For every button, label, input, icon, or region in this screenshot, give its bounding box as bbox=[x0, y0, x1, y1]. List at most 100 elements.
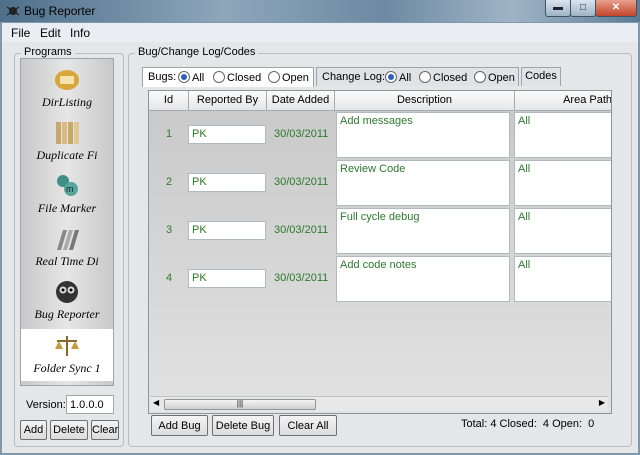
bugs-filter-all[interactable]: All bbox=[178, 71, 204, 84]
cell-description[interactable]: Add messages bbox=[336, 112, 510, 158]
programs-list: DirListing Duplicate Fi m File Marker Re… bbox=[20, 58, 114, 386]
radio-icon bbox=[213, 71, 225, 83]
program-item-file-marker[interactable]: m File Marker bbox=[21, 169, 113, 221]
program-item-duplicate[interactable]: Duplicate Fi bbox=[21, 116, 113, 168]
program-item-dirlisting[interactable]: DirListing bbox=[21, 63, 113, 115]
delete-bug-button[interactable]: Delete Bug bbox=[212, 415, 274, 436]
scroll-right-icon[interactable]: ▶ bbox=[599, 398, 605, 407]
add-bug-button[interactable]: Add Bug bbox=[151, 415, 208, 436]
cell-id: 2 bbox=[165, 176, 173, 188]
total-label: Total: bbox=[461, 418, 488, 430]
column-header-area-path[interactable]: Area Path bbox=[515, 91, 611, 111]
total-count: 4 bbox=[490, 418, 497, 430]
cell-reported-by[interactable]: PK bbox=[188, 269, 266, 288]
cell-reported-by[interactable]: PK bbox=[188, 125, 266, 144]
table-row[interactable]: 4 PK 30/03/2011 Add code notes All bbox=[149, 255, 611, 303]
program-label: DirListing bbox=[41, 95, 92, 109]
status-summary: Total: 4 Closed: 4 Open: 0 bbox=[461, 418, 594, 430]
closed-count: 4 bbox=[542, 418, 550, 430]
program-label: Real Time Di bbox=[35, 254, 99, 268]
radio-icon bbox=[385, 71, 397, 83]
open-count: 0 bbox=[588, 418, 595, 430]
cell-area-path[interactable]: All bbox=[514, 208, 611, 254]
file-marker-icon: m bbox=[57, 175, 78, 196]
program-label: Duplicate Fi bbox=[36, 148, 98, 162]
menu-info[interactable]: Info bbox=[70, 26, 90, 40]
program-item-real-time[interactable]: Real Time Di bbox=[21, 222, 113, 274]
menu-file[interactable]: File bbox=[11, 26, 30, 40]
app-window: Bug Reporter ▬ □ ✕ File Edit Info Progra… bbox=[0, 0, 640, 455]
cell-description[interactable]: Full cycle debug bbox=[336, 208, 510, 254]
programs-group-label: Programs bbox=[21, 46, 75, 58]
clear-all-button[interactable]: Clear All bbox=[279, 415, 337, 436]
version-field[interactable]: 1.0.0.0 bbox=[66, 395, 114, 414]
program-label: Bug Reporter bbox=[34, 307, 100, 321]
radio-icon bbox=[474, 71, 486, 83]
program-label: File Marker bbox=[37, 201, 97, 215]
changelog-tab-label: Change Log: bbox=[322, 71, 385, 83]
cell-id: 1 bbox=[165, 128, 173, 140]
closed-label: Closed: bbox=[499, 418, 537, 430]
cell-area-path[interactable]: All bbox=[514, 256, 611, 302]
tab-change-log[interactable]: Change Log: All Closed Open bbox=[316, 67, 519, 86]
cell-reported-by[interactable]: PK bbox=[188, 221, 266, 240]
open-label: Open: bbox=[552, 418, 583, 430]
column-header-id[interactable]: Id bbox=[149, 91, 189, 111]
cell-date: 30/03/2011 bbox=[274, 176, 329, 188]
table-row[interactable]: 2 PK 30/03/2011 Review Code All bbox=[149, 159, 611, 207]
svg-text:m: m bbox=[66, 184, 74, 194]
version-label: Version: bbox=[26, 399, 66, 411]
cell-area-path[interactable]: All bbox=[514, 160, 611, 206]
column-header-date-added[interactable]: Date Added bbox=[267, 91, 335, 111]
window-title: Bug Reporter bbox=[24, 4, 96, 18]
add-program-button[interactable]: Add bbox=[20, 420, 47, 440]
bugs-filter-open[interactable]: Open bbox=[268, 71, 309, 84]
program-item-bug-reporter[interactable]: Bug Reporter bbox=[21, 275, 113, 327]
radio-icon bbox=[178, 71, 190, 83]
tab-codes[interactable]: Codes bbox=[521, 67, 561, 86]
bugs-tab-label: Bugs: bbox=[148, 71, 177, 83]
column-header-reported-by[interactable]: Reported By bbox=[189, 91, 267, 111]
maximize-button[interactable]: □ bbox=[570, 0, 596, 17]
clear-programs-button[interactable]: Clear bbox=[91, 420, 119, 440]
minimize-button[interactable]: ▬ bbox=[545, 0, 571, 17]
table-row[interactable]: 3 PK 30/03/2011 Full cycle debug All bbox=[149, 207, 611, 255]
cell-description[interactable]: Review Code bbox=[336, 160, 510, 206]
cell-date: 30/03/2011 bbox=[274, 272, 329, 284]
cell-description[interactable]: Add code notes bbox=[336, 256, 510, 302]
changelog-filter-all[interactable]: All bbox=[385, 71, 411, 84]
tab-bugs[interactable]: Bugs: All Closed Open bbox=[142, 67, 314, 87]
bug-app-icon bbox=[6, 6, 20, 16]
changelog-filter-open[interactable]: Open bbox=[474, 71, 515, 84]
scroll-grip: ||| bbox=[236, 399, 244, 408]
cell-date: 30/03/2011 bbox=[274, 128, 329, 140]
menu-bar: File Edit Info bbox=[2, 23, 638, 42]
radio-icon bbox=[419, 71, 431, 83]
scroll-left-icon[interactable]: ◀ bbox=[153, 398, 159, 407]
changelog-filter-closed[interactable]: Closed bbox=[419, 71, 467, 84]
dirlisting-icon bbox=[55, 70, 79, 90]
cell-id: 4 bbox=[165, 272, 173, 284]
delete-program-button[interactable]: Delete bbox=[50, 420, 88, 440]
table-row[interactable]: 1 PK 30/03/2011 Add messages All bbox=[149, 111, 611, 159]
log-group-label: Bug/Change Log/Codes bbox=[135, 46, 259, 58]
column-header-description[interactable]: Description bbox=[335, 91, 515, 111]
real-time-icon bbox=[57, 230, 79, 250]
cell-date: 30/03/2011 bbox=[274, 224, 329, 236]
program-item-folder-sync[interactable]: Folder Sync 1 bbox=[21, 329, 113, 381]
bug-grid: Id Reported By Date Added Description Ar… bbox=[148, 90, 612, 414]
cell-reported-by[interactable]: PK bbox=[188, 173, 266, 192]
folder-sync-icon bbox=[55, 336, 79, 356]
bug-reporter-icon bbox=[56, 281, 78, 303]
scroll-thumb[interactable]: ||| bbox=[164, 399, 316, 410]
cell-id: 3 bbox=[165, 224, 173, 236]
close-button[interactable]: ✕ bbox=[595, 0, 637, 17]
radio-icon bbox=[268, 71, 280, 83]
program-label: Folder Sync 1 bbox=[33, 361, 101, 375]
menu-edit[interactable]: Edit bbox=[40, 26, 61, 40]
bugs-filter-closed[interactable]: Closed bbox=[213, 71, 261, 84]
duplicate-files-icon bbox=[56, 122, 79, 144]
title-bar[interactable]: Bug Reporter ▬ □ ✕ bbox=[0, 0, 640, 22]
cell-area-path[interactable]: All bbox=[514, 112, 611, 158]
horizontal-scrollbar[interactable]: ◀ ||| ▶ bbox=[150, 396, 608, 411]
